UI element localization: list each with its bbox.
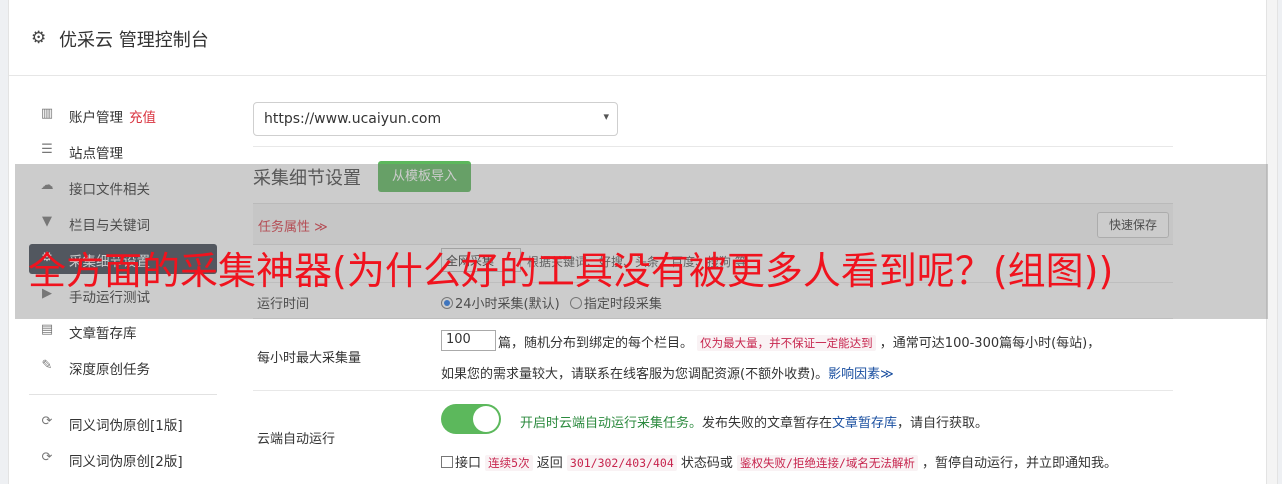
folder-icon: ▤ — [40, 322, 54, 337]
cloud-run-label: 云端自动运行 — [257, 432, 336, 447]
watermark-title: 全方面的采集神器(为什么好的工具没有被更多人看到呢？(组图)) — [28, 249, 1114, 293]
cloud-run-pause-line: 接口 连续5次 返回 301/302/403/404 状态码或 鉴权失败/拒绝连… — [441, 452, 1117, 471]
chevron-down-icon: ▾ — [603, 110, 609, 123]
article-store-link[interactable]: 文章暂存库 — [832, 416, 897, 431]
sidebar-item-sites[interactable]: ☰ 站点管理 — [29, 136, 217, 166]
sidebar-item-article-store[interactable]: ▤ 文章暂存库 — [29, 316, 217, 346]
sidebar-item-synonym-v2[interactable]: ⟳ 同义词伪原创[2版] — [29, 444, 217, 474]
factors-link[interactable]: 影响因素≫ — [828, 367, 894, 382]
row-divider — [253, 390, 1173, 391]
interface-pause-checkbox[interactable] — [441, 456, 453, 468]
page-title: 优采云 管理控制台 — [59, 30, 209, 51]
grey-overlay — [15, 164, 1268, 319]
divider — [253, 146, 1173, 147]
max-per-hour-label: 每小时最大采集量 — [257, 351, 362, 366]
refresh-icon: ⟳ — [41, 414, 53, 429]
gear-icon: ⚙ — [31, 28, 47, 48]
site-select[interactable]: https://www.ucaiyun.com ▾ — [253, 102, 618, 136]
max-per-hour-input[interactable]: 100 — [441, 330, 496, 351]
max-per-hour-text2: 如果您的需求量较大，请联系在线客服为您调配资源(不额外收费)。影响因素≫ — [441, 367, 894, 382]
server-icon: ☰ — [41, 142, 53, 157]
max-per-hour-text: 篇，随机分布到绑定的每个栏目。 仅为最大量，并不保证一定能达到 ，通常可达100… — [498, 335, 1101, 351]
cloud-run-toggle[interactable] — [441, 404, 501, 434]
cloud-run-desc: 开启时云端自动运行采集任务。发布失败的文章暂存在文章暂存库，请自行获取。 — [520, 416, 989, 431]
bar-chart-icon: ▥ — [40, 106, 54, 121]
sidebar-item-deep-original[interactable]: ✎ 深度原创任务 — [29, 352, 217, 382]
toggle-knob — [473, 406, 499, 432]
sidebar-item-account[interactable]: ▥ 账户管理 充值 — [29, 100, 217, 130]
refresh-icon: ⟳ — [41, 450, 53, 465]
edit-icon: ✎ — [41, 358, 53, 373]
recharge-link[interactable]: 充值 — [129, 110, 156, 126]
sidebar-item-synonym-v1[interactable]: ⟳ 同义词伪原创[1版] — [29, 408, 217, 438]
sidebar-divider — [29, 394, 217, 395]
header: ⚙ 优采云 管理控制台 — [9, 0, 1277, 76]
